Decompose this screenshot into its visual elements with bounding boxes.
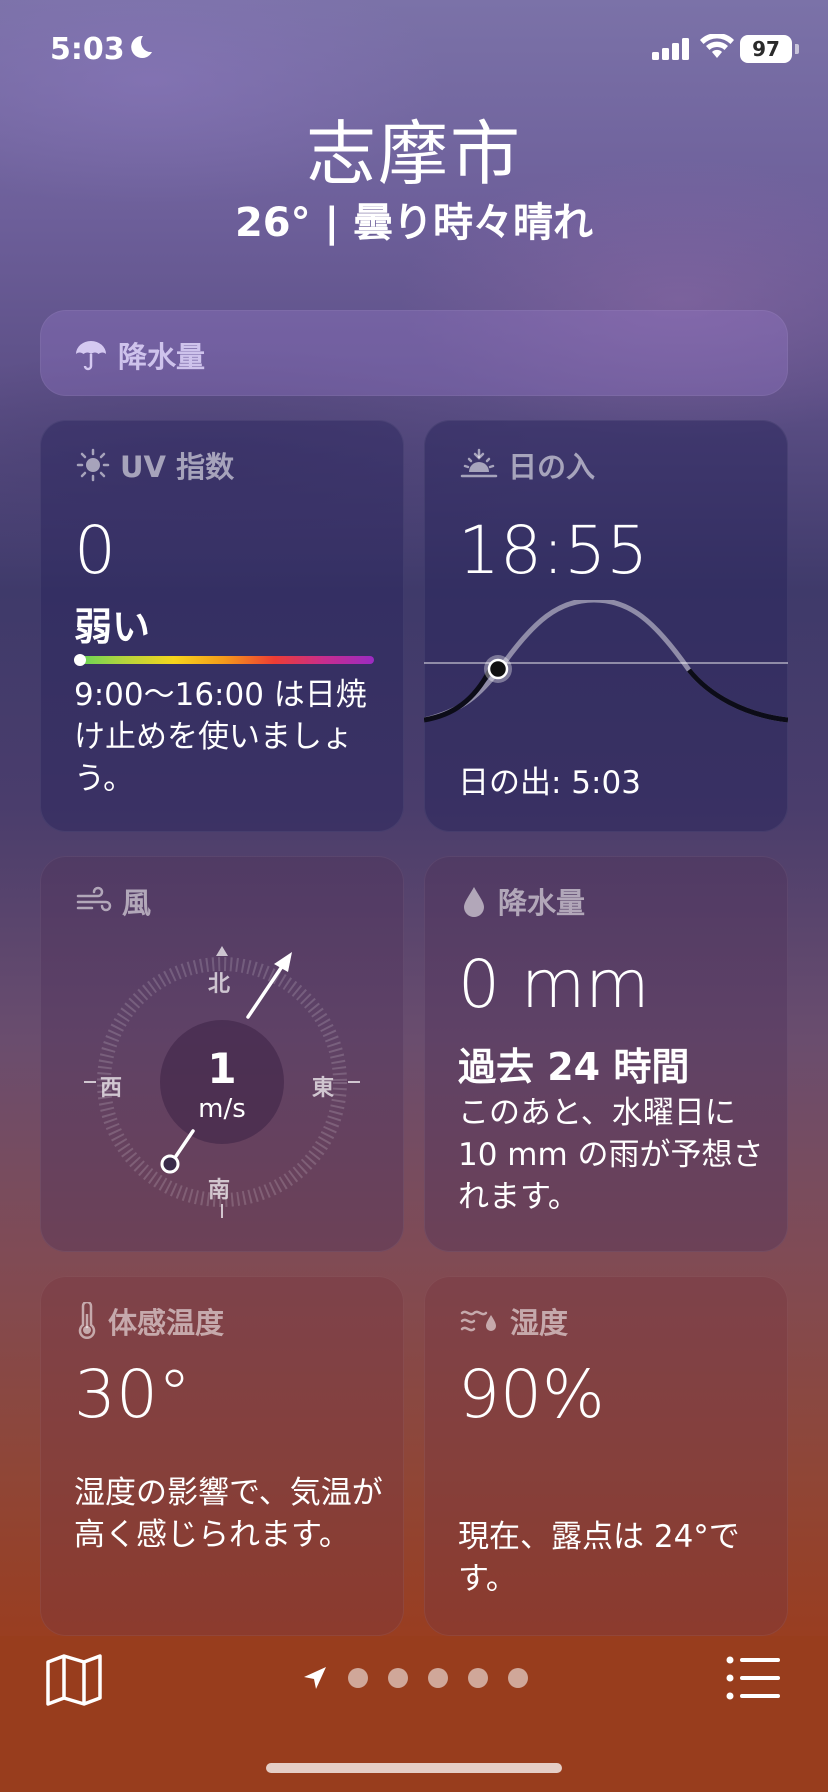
uv-title: UV 指数 bbox=[120, 450, 235, 484]
banner-title-row: 降水量 bbox=[74, 334, 205, 376]
uv-index-card[interactable]: UV 指数 0 弱い 9:00～16:00 は日焼け止めを使いましょう。 bbox=[40, 420, 404, 832]
uv-scale-bar bbox=[74, 656, 374, 664]
status-bar: 5:03 97 bbox=[0, 0, 828, 100]
home-indicator[interactable] bbox=[266, 1763, 562, 1773]
page-dot-5[interactable] bbox=[508, 1668, 528, 1688]
feels-like-card[interactable]: 体感温度 30° 湿度の影響で、気温が高く感じられます。 bbox=[40, 1276, 404, 1636]
page-dot-3[interactable] bbox=[428, 1668, 448, 1688]
page-dot-2[interactable] bbox=[388, 1668, 408, 1688]
humidity-title-row: 湿度 bbox=[460, 1300, 568, 1342]
sun-path-graph bbox=[424, 600, 788, 723]
feels-description: 湿度の影響で、気温が高く感じられます。 bbox=[74, 1475, 383, 1553]
sun-icon bbox=[76, 448, 110, 482]
feels-title: 体感温度 bbox=[108, 1306, 225, 1340]
precipitation-card[interactable]: 降水量 0 mm 過去 24 時間 このあと、水曜日に 10 mm の雨が予想さ… bbox=[424, 856, 788, 1252]
sunset-card[interactable]: 日の入 18:55 日の出: 5:03 bbox=[424, 420, 788, 832]
wind-card[interactable]: 風 北 南 西 東 1 m/s bbox=[40, 856, 404, 1252]
uv-scale-marker bbox=[74, 654, 86, 666]
page-dot-1[interactable] bbox=[348, 1668, 368, 1688]
humidity-title: 湿度 bbox=[510, 1306, 569, 1340]
wind-speed: 1 bbox=[207, 1044, 237, 1093]
umbrella-icon bbox=[76, 341, 106, 371]
sunset-time: 18:55 bbox=[458, 512, 649, 589]
feels-title-row: 体感温度 bbox=[76, 1300, 224, 1342]
status-time: 5:03 bbox=[50, 32, 125, 67]
wind-unit: m/s bbox=[198, 1094, 246, 1124]
precip-period: 過去 24 時間 bbox=[458, 1045, 690, 1089]
precip-description: このあと、水曜日に 10 mm の雨が予想されます。 bbox=[458, 1095, 764, 1215]
raindrop-icon bbox=[464, 887, 484, 917]
sunset-title: 日の入 bbox=[508, 450, 596, 484]
battery-indicator: 97 bbox=[740, 35, 792, 63]
compass-north: 北 bbox=[208, 972, 231, 997]
banner-title: 降水量 bbox=[118, 340, 206, 374]
wind-icon bbox=[76, 886, 112, 912]
precip-value: 0 mm bbox=[458, 946, 650, 1023]
uv-level: 弱い bbox=[74, 605, 151, 649]
precip-title: 降水量 bbox=[498, 886, 586, 920]
moon-icon bbox=[131, 35, 152, 58]
precip-title-row: 降水量 bbox=[460, 880, 585, 922]
humidity-value: 90% bbox=[458, 1356, 605, 1433]
sunset-icon bbox=[460, 448, 498, 478]
compass-south: 南 bbox=[208, 1178, 231, 1203]
wind-title: 風 bbox=[122, 886, 152, 920]
uv-value: 0 bbox=[74, 512, 116, 589]
wind-title-row: 風 bbox=[76, 880, 151, 922]
page-dot-4[interactable] bbox=[468, 1668, 488, 1688]
uv-title-row: UV 指数 bbox=[76, 444, 234, 486]
humidity-card[interactable]: 湿度 90% 現在、露点は 24°です。 bbox=[424, 1276, 788, 1636]
map-icon[interactable] bbox=[44, 1652, 104, 1708]
sunrise-time: 日の出: 5:03 bbox=[458, 765, 641, 801]
humidity-description: 現在、露点は 24°です。 bbox=[458, 1519, 740, 1597]
battery-tip bbox=[795, 44, 799, 54]
wifi-icon bbox=[700, 34, 734, 58]
city-name: 志摩市 bbox=[306, 113, 522, 195]
sunset-title-row: 日の入 bbox=[460, 444, 595, 486]
thermometer-icon bbox=[78, 1302, 96, 1339]
location-arrow-icon[interactable] bbox=[302, 1665, 328, 1691]
weather-summary: 26° | 曇り時々晴れ bbox=[234, 200, 594, 246]
humidity-icon bbox=[460, 1310, 496, 1332]
uv-description: 9:00～16:00 は日焼け止めを使いましょう。 bbox=[74, 677, 367, 797]
cellular-signal-icon bbox=[652, 38, 689, 60]
feels-value: 30° bbox=[74, 1356, 191, 1433]
list-icon[interactable] bbox=[726, 1656, 782, 1700]
precipitation-banner[interactable]: 降水量 bbox=[40, 310, 788, 396]
